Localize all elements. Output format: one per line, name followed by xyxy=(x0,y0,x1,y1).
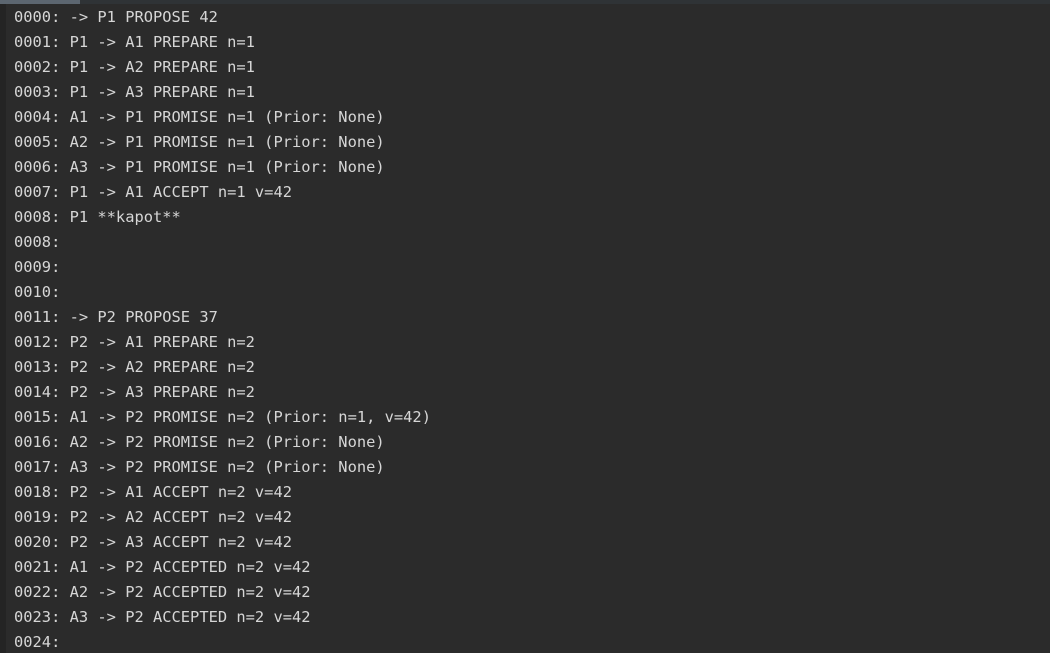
log-output[interactable]: 0000: -> P1 PROPOSE 42 0001: P1 -> A1 PRE… xyxy=(0,0,1050,653)
log-viewer: 0000: -> P1 PROPOSE 42 0001: P1 -> A1 PRE… xyxy=(0,0,1050,653)
log-line: 0004: A1 -> P1 PROMISE n=1 (Prior: None) xyxy=(14,108,385,126)
log-line: 0023: A3 -> P2 ACCEPTED n=2 v=42 xyxy=(14,608,311,626)
log-line: 0015: A1 -> P2 PROMISE n=2 (Prior: n=1, … xyxy=(14,408,431,426)
left-gutter xyxy=(0,0,6,653)
log-line: 0012: P2 -> A1 PREPARE n=2 xyxy=(14,333,255,351)
log-line: 0008: xyxy=(14,233,61,251)
log-line: 0019: P2 -> A2 ACCEPT n=2 v=42 xyxy=(14,508,292,526)
log-line: 0006: A3 -> P1 PROMISE n=1 (Prior: None) xyxy=(14,158,385,176)
horizontal-scrollbar[interactable] xyxy=(0,0,1050,4)
log-line: 0009: xyxy=(14,258,61,276)
log-line: 0024: xyxy=(14,633,61,651)
log-line: 0010: xyxy=(14,283,61,301)
log-line: 0021: A1 -> P2 ACCEPTED n=2 v=42 xyxy=(14,558,311,576)
log-line: 0016: A2 -> P2 PROMISE n=2 (Prior: None) xyxy=(14,433,385,451)
log-line: 0007: P1 -> A1 ACCEPT n=1 v=42 xyxy=(14,183,292,201)
log-line: 0002: P1 -> A2 PREPARE n=1 xyxy=(14,58,255,76)
log-line: 0000: -> P1 PROPOSE 42 xyxy=(14,8,218,26)
horizontal-scrollbar-thumb[interactable] xyxy=(0,0,80,4)
log-line: 0013: P2 -> A2 PREPARE n=2 xyxy=(14,358,255,376)
log-line: 0022: A2 -> P2 ACCEPTED n=2 v=42 xyxy=(14,583,311,601)
log-line: 0018: P2 -> A1 ACCEPT n=2 v=42 xyxy=(14,483,292,501)
log-line: 0017: A3 -> P2 PROMISE n=2 (Prior: None) xyxy=(14,458,385,476)
log-line: 0014: P2 -> A3 PREPARE n=2 xyxy=(14,383,255,401)
log-line: 0020: P2 -> A3 ACCEPT n=2 v=42 xyxy=(14,533,292,551)
log-line: 0008: P1 **kapot** xyxy=(14,208,181,226)
log-line: 0003: P1 -> A3 PREPARE n=1 xyxy=(14,83,255,101)
log-line: 0011: -> P2 PROPOSE 37 xyxy=(14,308,218,326)
log-line: 0001: P1 -> A1 PREPARE n=1 xyxy=(14,33,255,51)
log-line: 0005: A2 -> P1 PROMISE n=1 (Prior: None) xyxy=(14,133,385,151)
